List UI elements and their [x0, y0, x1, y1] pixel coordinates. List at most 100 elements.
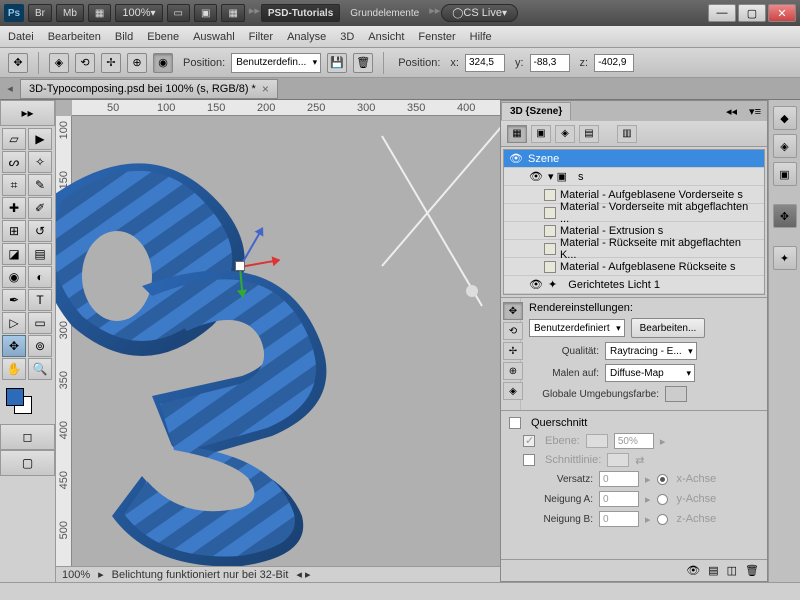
3d-cube-4[interactable]: ⊕	[127, 53, 147, 73]
render-edit-button[interactable]: Bearbeiten...	[631, 318, 706, 338]
scene-mat-4[interactable]: Material - Aufgeblasene Rückseite s	[504, 258, 764, 276]
scene-mat-1[interactable]: Material - Vorderseite mit abgeflachten …	[504, 204, 764, 222]
pos-x-input[interactable]	[465, 54, 505, 72]
gradient-tool[interactable]: ▤	[28, 243, 52, 265]
zoom-tool[interactable]: 🔍	[28, 358, 52, 380]
toggle-ground-icon[interactable]: ▤	[708, 564, 718, 577]
3d-rotate-icon[interactable]: ✥	[8, 53, 28, 73]
3d-cube-1[interactable]: ◈	[49, 53, 69, 73]
wand-tool[interactable]: ✧	[28, 151, 52, 173]
zoom-readout[interactable]: 100%	[62, 569, 90, 581]
scene-mesh[interactable]: 👁▾ ▣ s	[504, 168, 764, 186]
paint-select[interactable]: Diffuse-Map	[605, 364, 695, 382]
filter-light-icon[interactable]: ▤	[579, 125, 599, 143]
screenmode-toggle[interactable]: ▢	[0, 450, 55, 476]
scene-mat-3[interactable]: Material - Rückseite mit abgeflachten K.…	[504, 240, 764, 258]
history-brush-tool[interactable]: ↺	[28, 220, 52, 242]
axis-z-radio[interactable]	[657, 514, 668, 525]
axis-y-radio[interactable]	[657, 494, 668, 505]
section-scale-icon[interactable]: ◈	[503, 382, 523, 400]
hand-tool[interactable]: ✋	[2, 358, 26, 380]
section-roll-icon[interactable]: ⟲	[503, 322, 523, 340]
dock-color-icon[interactable]: ◆	[773, 106, 797, 130]
menu-datei[interactable]: Datei	[8, 31, 34, 43]
section-slide-icon[interactable]: ⊕	[503, 362, 523, 380]
eyedropper-tool[interactable]: ✎	[28, 174, 52, 196]
section-checkbox[interactable]	[509, 417, 521, 429]
dodge-tool[interactable]: ◐	[28, 266, 52, 288]
path-tool[interactable]: ▷	[2, 312, 26, 334]
filter-material-icon[interactable]: ◈	[555, 125, 575, 143]
menu-filter[interactable]: Filter	[249, 31, 273, 43]
panel-scroll-icon[interactable]: ◂◂	[720, 105, 743, 118]
maximize-button[interactable]: ▢	[738, 4, 766, 22]
ruler-icon[interactable]: ▦	[88, 4, 111, 22]
bridge-button[interactable]: Br	[28, 4, 52, 22]
pos-y-input[interactable]	[530, 54, 570, 72]
3d-cube-3[interactable]: ✢	[101, 53, 121, 73]
dock-3d-icon[interactable]: ✥	[773, 204, 797, 228]
stamp-tool[interactable]: ⊞	[2, 220, 26, 242]
screen-mode-1[interactable]: ▭	[167, 4, 190, 22]
toggle-lights-icon[interactable]: 👁	[686, 564, 700, 577]
3d-cube-2[interactable]: ⟲	[75, 53, 95, 73]
zoom-level[interactable]: 100% ▾	[115, 4, 162, 22]
close-button[interactable]: ✕	[768, 4, 796, 22]
save-preset-icon[interactable]: 💾	[327, 53, 347, 73]
dock-layers-icon[interactable]: ✦	[773, 246, 797, 270]
crop-tool[interactable]: ⌗	[2, 174, 26, 196]
position-select[interactable]: Benutzerdefin...	[231, 53, 321, 73]
pos-z-input[interactable]	[594, 54, 634, 72]
panel-menu-icon[interactable]: ▾≡	[743, 105, 767, 118]
scene-light[interactable]: 👁✦ Gerichtetes Licht 1	[504, 276, 764, 294]
plane-opacity[interactable]: 50%	[614, 433, 654, 449]
menu-bild[interactable]: Bild	[115, 31, 133, 43]
scene-root[interactable]: 👁Szene	[504, 150, 764, 168]
offset-input[interactable]: 0	[599, 471, 639, 487]
menu-auswahl[interactable]: Auswahl	[193, 31, 235, 43]
filter-scene-icon[interactable]: ▦	[507, 125, 527, 143]
new-light-icon[interactable]: ◫	[727, 564, 737, 577]
screen-mode-3[interactable]: ▦	[221, 4, 244, 22]
cslive-button[interactable]: ◯ CS Live ▾	[441, 4, 518, 22]
menu-bearbeiten[interactable]: Bearbeiten	[48, 31, 101, 43]
tools-collapse[interactable]: ▸▸	[0, 100, 55, 126]
3d-cube-5[interactable]: ◉	[153, 53, 173, 73]
document-tab[interactable]: 3D-Typocomposing.psd bei 100% (s, RGB/8)…	[20, 79, 278, 99]
type-tool[interactable]: T	[28, 289, 52, 311]
dock-swatches-icon[interactable]: ◈	[773, 134, 797, 158]
flip-icon[interactable]: ⇄	[635, 454, 644, 467]
tiltA-input[interactable]: 0	[599, 491, 639, 507]
env-color-swatch[interactable]	[665, 386, 687, 402]
delete-preset-icon[interactable]: 🗑	[353, 53, 373, 73]
lasso-tool[interactable]: ᔕ	[2, 151, 26, 173]
filter-extra-icon[interactable]: ▥	[617, 125, 637, 143]
dock-adjust-icon[interactable]: ▣	[773, 162, 797, 186]
workspace-next[interactable]: Grundelemente	[344, 4, 425, 22]
delete-icon[interactable]: 🗑	[745, 564, 759, 577]
workspace-active[interactable]: PSD-Tutorials	[261, 4, 340, 22]
minibridge-button[interactable]: Mb	[56, 4, 84, 22]
menu-hilfe[interactable]: Hilfe	[470, 31, 492, 43]
menu-fenster[interactable]: Fenster	[418, 31, 455, 43]
color-swatches[interactable]	[0, 382, 55, 414]
axis-x-radio[interactable]	[657, 474, 668, 485]
move-tool[interactable]: ▱	[2, 128, 26, 150]
minimize-button[interactable]: —	[708, 4, 736, 22]
close-tab-icon[interactable]: ×	[262, 82, 269, 96]
menu-ebene[interactable]: Ebene	[147, 31, 179, 43]
3d-rotate-tool[interactable]: ✥	[2, 335, 26, 357]
screen-mode-2[interactable]: ▣	[194, 4, 217, 22]
tab-scroll-left[interactable]: ◂	[0, 82, 20, 95]
filter-mesh-icon[interactable]: ▣	[531, 125, 551, 143]
marquee-tool[interactable]: ▶	[28, 128, 52, 150]
quickmask-toggle[interactable]: ◻	[0, 424, 55, 450]
section-pan-icon[interactable]: ✢	[503, 342, 523, 360]
pen-tool[interactable]: ✒	[2, 289, 26, 311]
quality-select[interactable]: Raytracing - E...	[605, 342, 697, 360]
3d-camera-tool[interactable]: ⊚	[28, 335, 52, 357]
heal-tool[interactable]: ✚	[2, 197, 26, 219]
tiltB-input[interactable]: 0	[599, 511, 639, 527]
blur-tool[interactable]: ◉	[2, 266, 26, 288]
shape-tool[interactable]: ▭	[28, 312, 52, 334]
